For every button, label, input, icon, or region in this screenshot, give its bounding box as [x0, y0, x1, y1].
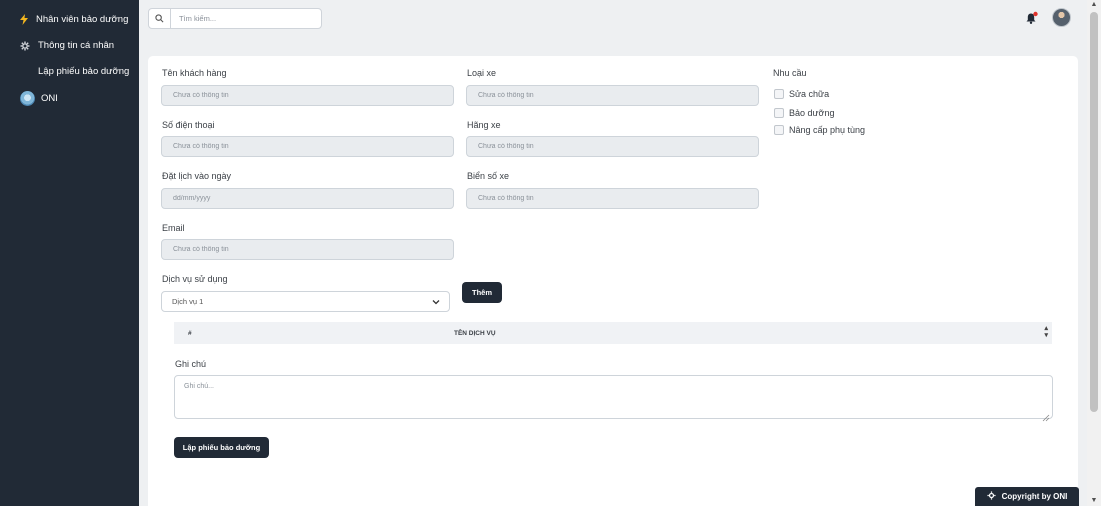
copyright-text: Copyright by ONI: [1001, 492, 1068, 501]
copyright-badge[interactable]: Copyright by ONI: [975, 487, 1079, 506]
sidebar-item-personal-info[interactable]: Thông tin cá nhân: [20, 40, 114, 51]
phone-label: Số điện thoại: [162, 120, 215, 130]
bell-icon[interactable]: [1025, 11, 1039, 25]
service-select-value: Dịch vụ 1: [172, 297, 204, 306]
sort-icon[interactable]: ▴ ▾: [1044, 325, 1048, 339]
user-avatar[interactable]: [1052, 8, 1071, 27]
checkbox[interactable]: [774, 125, 784, 135]
add-service-button[interactable]: Thêm: [462, 282, 502, 303]
date-field[interactable]: [161, 188, 454, 209]
need-repair-checkbox[interactable]: Sửa chữa: [774, 89, 829, 99]
sidebar-item-create-ticket[interactable]: Lập phiếu bảo dưỡng: [38, 66, 129, 77]
sidebar-item-label: Nhân viên bảo dưỡng: [36, 14, 129, 25]
checkbox[interactable]: [774, 108, 784, 118]
date-label: Đặt lịch vào ngày: [162, 171, 232, 181]
scroll-up-arrow-icon[interactable]: ▲: [1090, 1, 1098, 9]
car-brand-field[interactable]: [466, 136, 759, 157]
customer-name-label: Tên khách hàng: [162, 68, 227, 78]
scrollbar-thumb[interactable]: [1090, 12, 1098, 412]
bolt-icon: [20, 14, 28, 25]
car-brand-label: Hãng xe: [467, 120, 501, 130]
gear-icon: [20, 41, 30, 51]
plate-label: Biển số xe: [467, 171, 510, 181]
create-ticket-button[interactable]: Lập phiếu bảo dưỡng: [174, 437, 269, 458]
need-maintenance-checkbox[interactable]: Bảo dưỡng: [774, 108, 834, 118]
sidebar: Nhân viên bảo dưỡng Thông tin cá nhân Lậ…: [0, 0, 139, 506]
sidebar-item-label: Thông tin cá nhân: [38, 40, 115, 51]
checkbox[interactable]: [774, 89, 784, 99]
scroll-down-arrow-icon[interactable]: ▼: [1090, 497, 1098, 505]
sidebar-item-maintenance-staff[interactable]: Nhân viên bảo dưỡng: [20, 14, 128, 25]
checkbox-label: Bảo dưỡng: [789, 108, 835, 118]
search-input[interactable]: [171, 9, 321, 28]
avatar: [20, 91, 35, 106]
search-box: [148, 8, 322, 29]
need-upgrade-checkbox[interactable]: Nâng cấp phụ tùng: [774, 125, 865, 135]
car-type-field[interactable]: [466, 85, 759, 106]
car-type-label: Loại xe: [467, 68, 497, 78]
sidebar-item-label: Lập phiếu bảo dưỡng: [38, 66, 130, 77]
needs-label: Nhu cầu: [773, 68, 807, 78]
note-textarea[interactable]: [174, 375, 1053, 419]
email-field[interactable]: [161, 239, 454, 260]
phone-field[interactable]: [161, 136, 454, 157]
sidebar-item-oni[interactable]: ONI: [20, 91, 58, 106]
checkbox-label: Nâng cấp phụ tùng: [789, 125, 866, 135]
chevron-down-icon: [432, 298, 440, 306]
sidebar-item-label: ONI: [41, 93, 58, 104]
notification-dot: [1033, 11, 1038, 17]
email-label: Email: [162, 223, 185, 233]
service-select[interactable]: Dịch vụ 1: [161, 291, 450, 312]
gear-icon: [987, 491, 996, 502]
checkbox-label: Sửa chữa: [789, 89, 830, 99]
services-table-header: # TÊN DỊCH VỤ ▴ ▾: [174, 322, 1052, 344]
note-label: Ghi chú: [175, 359, 207, 369]
resize-handle-icon[interactable]: [1042, 409, 1050, 422]
column-header-service-name: TÊN DỊCH VỤ: [454, 329, 496, 337]
search-icon[interactable]: [149, 9, 171, 28]
page-scrollbar[interactable]: ▲ ▼: [1087, 0, 1101, 506]
service-label: Dịch vụ sử dụng: [162, 274, 228, 284]
customer-name-field[interactable]: [161, 85, 454, 106]
plate-field[interactable]: [466, 188, 759, 209]
maintenance-form-card: Tên khách hàng Số điện thoại Đặt lịch và…: [148, 56, 1078, 506]
column-header-number: #: [188, 329, 192, 337]
